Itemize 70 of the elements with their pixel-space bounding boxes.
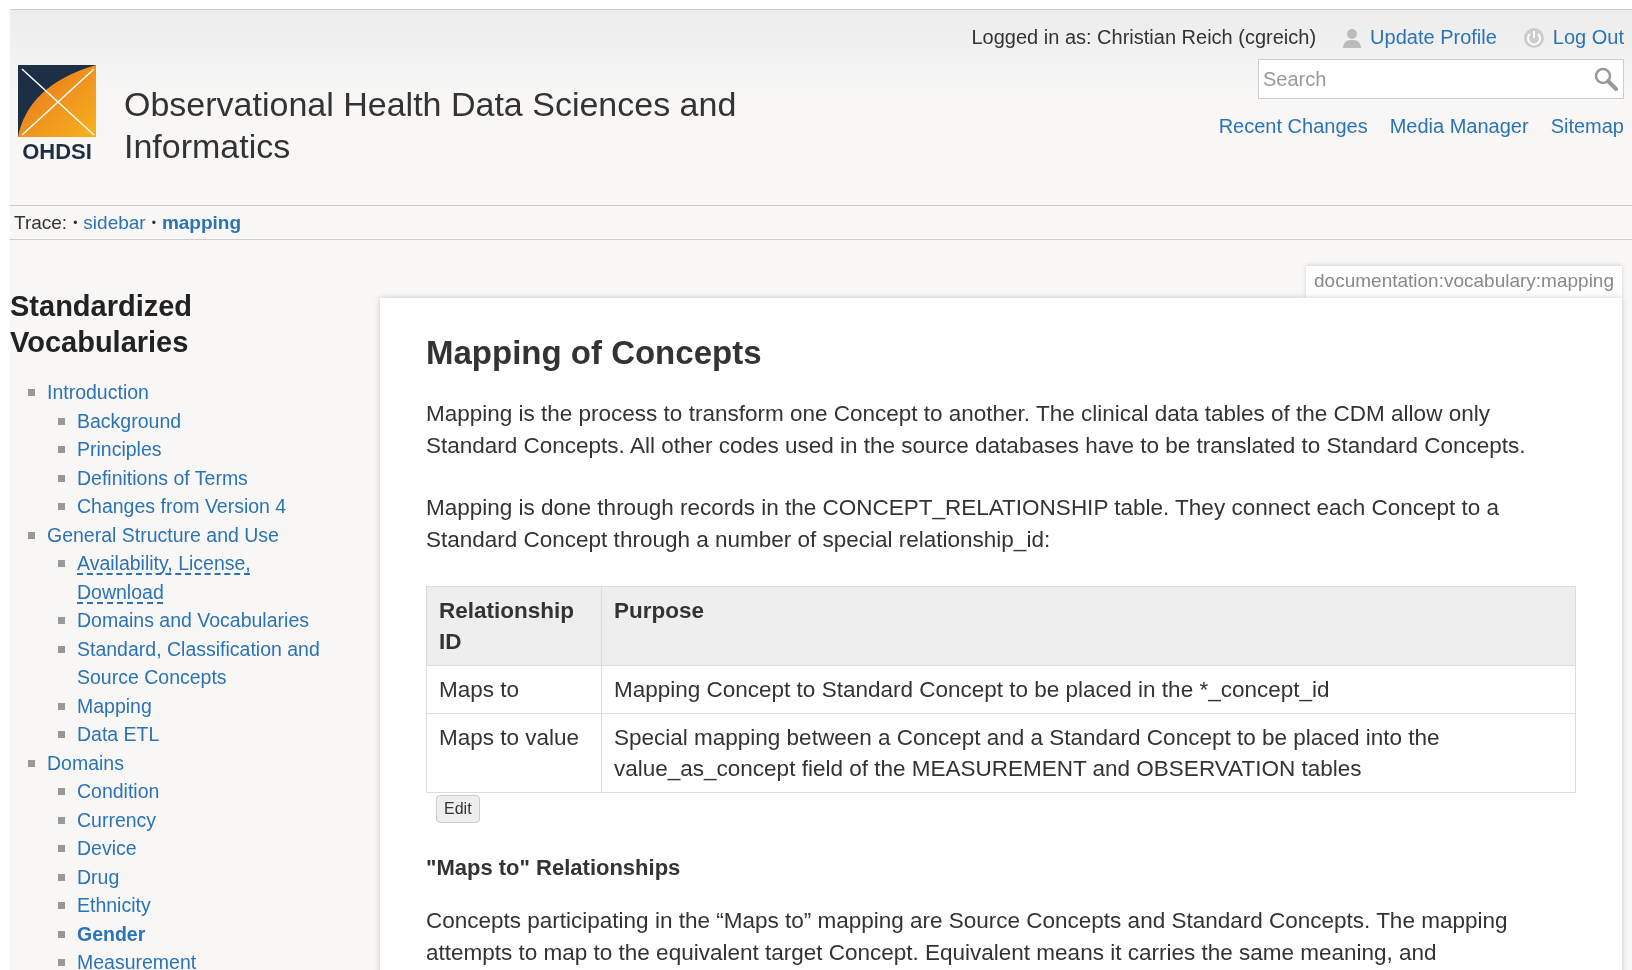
search-field[interactable]: Search — [1258, 59, 1624, 99]
nav-tree-link[interactable]: Device — [77, 834, 137, 863]
nav-tree-link[interactable]: Condition — [77, 777, 160, 806]
breadcrumb-separator: • — [73, 215, 78, 230]
nav-tree-link[interactable]: Principles — [77, 435, 162, 464]
table-header: Purpose — [601, 586, 1576, 666]
bullet-icon — [58, 702, 65, 710]
bullet-icon — [58, 417, 65, 425]
bullet-icon — [58, 959, 65, 966]
table-cell: Special mapping between a Concept and a Standard Concept to be placed into the value_as_concept field of the MEASUREMENT and OBSERVATION tables — [601, 713, 1576, 793]
nav-link[interactable]: Sitemap — [1550, 115, 1624, 138]
bullet-icon — [58, 930, 65, 938]
bullet-icon — [58, 845, 65, 852]
sidebar-title: Standardized Vocabularies — [10, 289, 194, 360]
bullet-icon — [28, 531, 35, 539]
paragraph: Mapping is the process to transform one Concept to another. The clinical data tables of the CDM allow only Standard Concepts. All other codes used in the source databases have to be translated to Standard Concepts. — [426, 400, 1527, 460]
nav-tree-link[interactable]: General Structure and Use — [47, 520, 279, 549]
bullet-icon — [58, 731, 65, 738]
bullet-icon — [58, 560, 65, 567]
nav-tree-link[interactable]: Currency — [77, 805, 157, 834]
nav-tree-link[interactable]: Domains and Vocabularies — [77, 606, 309, 635]
bullet-icon — [58, 503, 65, 510]
nav-tree-link[interactable]: Measurement — [77, 948, 197, 970]
bullet-icon — [58, 902, 65, 909]
user-icon — [1342, 27, 1363, 48]
bullet-icon — [58, 873, 65, 881]
user-link[interactable]: Update Profile — [1370, 26, 1497, 49]
nav-tree-link[interactable]: Introduction — [47, 378, 149, 407]
table-cell: Mapping Concept to Standard Concept to be placed in the *_concept_id — [601, 665, 1576, 714]
nav-tree-link[interactable]: Drug — [77, 862, 120, 891]
nav-tree-link[interactable]: Definitions of Terms — [77, 463, 248, 492]
bullet-icon — [28, 389, 35, 396]
nav-tree-link[interactable]: Mapping — [77, 691, 152, 720]
nav-tree-link[interactable]: Domains — [47, 748, 124, 777]
bullet-icon — [58, 816, 65, 824]
nav-tree-link[interactable]: Availability, License, Download — [77, 549, 327, 606]
logo-icon — [18, 65, 96, 137]
nav-tree-link[interactable]: Changes from Version 4 — [77, 492, 287, 521]
breadcrumb-separator: • — [151, 215, 156, 230]
nav-tree-link[interactable]: Background — [77, 406, 182, 435]
bullet-icon — [58, 788, 65, 795]
nav-link[interactable]: Recent Changes — [1218, 115, 1368, 138]
nav-link[interactable]: Media Manager — [1389, 115, 1529, 138]
page-heading: Mapping of Concepts — [426, 334, 763, 372]
table-cell: Maps to value — [426, 713, 602, 793]
bullet-icon — [58, 474, 65, 482]
power-icon — [1522, 26, 1545, 49]
trace-label: Trace: — [14, 211, 68, 234]
breadcrumb-link[interactable]: mapping — [161, 211, 242, 234]
site-title[interactable]: Observational Health Data Sciences and Informatics — [124, 83, 804, 167]
edit-button[interactable]: Edit — [436, 795, 480, 823]
table-cell: Maps to — [426, 665, 602, 714]
bullet-icon — [58, 446, 65, 453]
paragraph: Mapping is done through records in the CONCEPT_RELATIONSHIP table. They connect each Concept to a Standard Concept through a number of special relationship_id: — [426, 494, 1501, 554]
bullet-icon — [58, 645, 65, 653]
nav-tree-link[interactable]: Ethnicity — [77, 891, 151, 920]
nav-tree-link[interactable]: Data ETL — [77, 720, 160, 749]
site-logo[interactable]: OHDSI — [16, 65, 98, 165]
section-heading: "Maps to" Relationships — [426, 855, 682, 881]
bullet-icon — [58, 617, 65, 624]
paragraph: Concepts participating in the “Maps to” mapping are Source Concepts and Standard Concepts. The mapping attempts to map to the equivalent target Concept. Equivalent means it carries the same meaning, and — [426, 907, 1509, 967]
nav-tree-link[interactable]: Standard, Classification and Source Concepts — [77, 634, 327, 692]
user-link[interactable]: Log Out — [1552, 26, 1624, 49]
table-header: Relationship ID — [426, 586, 602, 666]
search-icon[interactable] — [1594, 67, 1618, 91]
nav-tree-link[interactable]: Gender — [77, 919, 146, 948]
bullet-icon — [28, 759, 35, 767]
breadcrumb-link[interactable]: sidebar — [83, 211, 146, 234]
logo-text: OHDSI — [22, 139, 92, 165]
user-info: Logged in as: Christian Reich (cgreich) — [971, 26, 1317, 49]
